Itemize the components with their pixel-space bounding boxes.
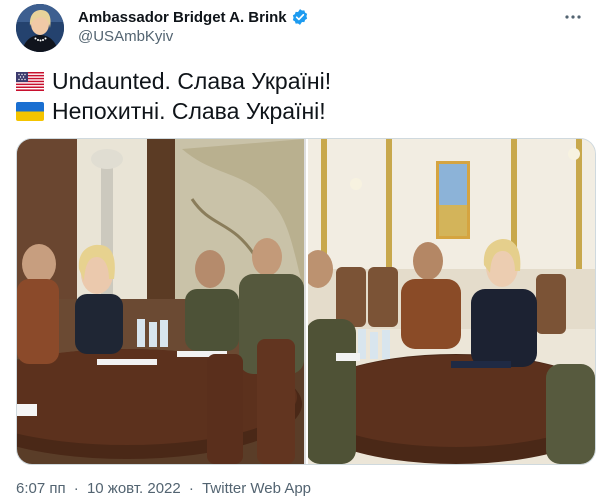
verified-badge-icon xyxy=(291,8,309,26)
tweet-source[interactable]: Twitter Web App xyxy=(202,480,311,497)
tweet-header: Ambassador Bridget A. Brink @USAmbKyiv xyxy=(16,4,584,56)
ukraine-flag-icon xyxy=(16,101,44,121)
tweet-footer: 6:07 пп · 10 жовт. 2022 · Twitter Web Ap… xyxy=(16,480,311,497)
us-flag-icon xyxy=(16,71,44,91)
tweet-media[interactable] xyxy=(16,138,596,465)
tweet-line-english: Undaunted. Слава Україні! xyxy=(16,66,576,96)
meeting-photo-right[interactable] xyxy=(296,139,595,464)
author-display-name[interactable]: Ambassador Bridget A. Brink xyxy=(78,9,287,26)
tweet-text: Undaunted. Слава Україні! Непохитні. Сла… xyxy=(16,66,576,126)
author-name-row[interactable]: Ambassador Bridget A. Brink xyxy=(78,8,309,26)
author-handle[interactable]: @USAmbKyiv xyxy=(78,28,173,45)
meeting-photo-left[interactable] xyxy=(17,139,304,464)
footer-separator: · xyxy=(73,480,79,497)
tweet-date[interactable]: 10 жовт. 2022 xyxy=(87,480,181,497)
tweet-time[interactable]: 6:07 пп xyxy=(16,480,66,497)
tweet-line-english-text: Undaunted. Слава Україні! xyxy=(52,67,332,94)
avatar[interactable] xyxy=(16,4,64,52)
tweet-line-ukrainian: Непохитні. Слава Україні! xyxy=(16,96,576,126)
footer-separator: · xyxy=(188,480,194,497)
more-options-icon[interactable] xyxy=(562,6,584,28)
tweet-line-ukrainian-text: Непохитні. Слава Україні! xyxy=(52,97,326,124)
